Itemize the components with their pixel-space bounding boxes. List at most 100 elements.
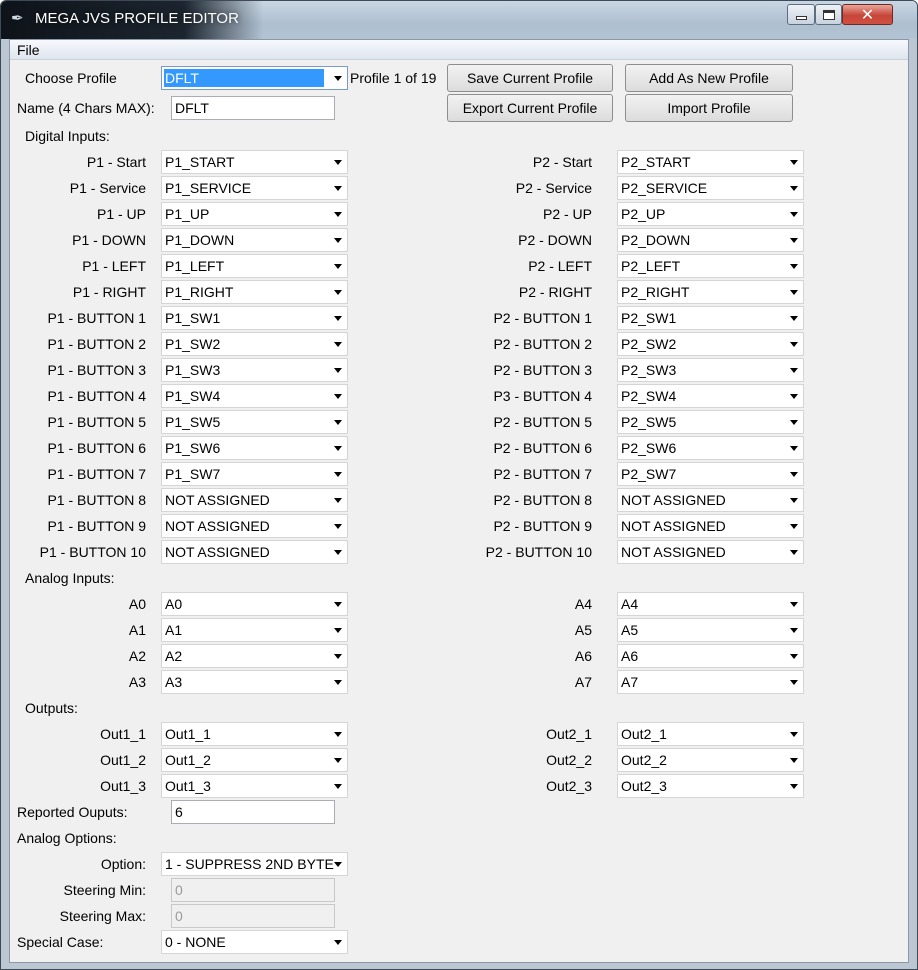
digital-input-right-select[interactable]: P2_SW4 (617, 384, 804, 408)
chevron-down-icon (334, 368, 342, 373)
digital-input-right-select[interactable]: P2_SW5 (617, 410, 804, 434)
digital-input-left-select[interactable]: P1_SW2 (161, 332, 348, 356)
output-right-select[interactable]: Out2_3 (617, 774, 804, 798)
digital-input-select-value: P1_SERVICE (165, 180, 252, 196)
steering-max-label: Steering Max: (59, 908, 146, 924)
chevron-down-icon (334, 940, 342, 945)
reported-outputs-field[interactable] (171, 800, 335, 824)
digital-input-right-label: P3 - BUTTON 4 (493, 388, 592, 404)
digital-input-select-value: P2_SW1 (621, 310, 677, 326)
chevron-down-icon (334, 524, 342, 529)
analog-input-select-value: A1 (165, 622, 183, 638)
digital-input-left-select[interactable]: P1_SW5 (161, 410, 348, 434)
digital-input-left-select[interactable]: P1_SERVICE (161, 176, 348, 200)
chevron-down-icon (334, 290, 342, 295)
analog-input-right-select[interactable]: A7 (617, 670, 804, 694)
digital-input-right-select[interactable]: P2_SW1 (617, 306, 804, 330)
digital-input-select-value: NOT ASSIGNED (621, 492, 726, 508)
analog-input-left-select[interactable]: A1 (161, 618, 348, 642)
digital-input-left-select[interactable]: P1_SW4 (161, 384, 348, 408)
title-bar[interactable]: ✒ MEGA JVS PROFILE EDITOR ✕ (1, 1, 917, 39)
export-profile-button[interactable]: Export Current Profile (447, 94, 613, 122)
digital-input-right-label: P2 - LEFT (528, 258, 592, 274)
digital-input-select-value: P2_SERVICE (621, 180, 708, 196)
name-label: Name (4 Chars MAX): (17, 100, 155, 116)
digital-input-right-select[interactable]: P2_START (617, 150, 804, 174)
chevron-down-icon (334, 758, 342, 763)
output-right-label: Out2_2 (546, 752, 592, 768)
analog-input-left-select[interactable]: A2 (161, 644, 348, 668)
steering-max-input[interactable] (172, 905, 334, 927)
digital-input-right-select[interactable]: P2_SW6 (617, 436, 804, 460)
digital-input-right-select[interactable]: NOT ASSIGNED (617, 514, 804, 538)
digital-input-select-value: P1_SW1 (165, 310, 221, 326)
output-right-select[interactable]: Out2_2 (617, 748, 804, 772)
analog-input-left-select[interactable]: A3 (161, 670, 348, 694)
output-left-select[interactable]: Out1_1 (161, 722, 348, 746)
output-left-select[interactable]: Out1_3 (161, 774, 348, 798)
digital-input-select-value: P1_UP (165, 206, 210, 222)
profile-select[interactable]: DFLT (161, 66, 348, 90)
chevron-down-icon (790, 394, 798, 399)
digital-input-right-select[interactable]: P2_SERVICE (617, 176, 804, 200)
digital-input-left-select[interactable]: P1_DOWN (161, 228, 348, 252)
digital-input-left-select[interactable]: P1_LEFT (161, 254, 348, 278)
digital-input-left-select[interactable]: P1_SW7 (161, 462, 348, 486)
analog-input-right-select[interactable]: A6 (617, 644, 804, 668)
profile-select-value: DFLT (164, 69, 324, 87)
analog-input-right-select[interactable]: A4 (617, 592, 804, 616)
digital-input-right-select[interactable]: P2_LEFT (617, 254, 804, 278)
output-right-label: Out2_3 (546, 778, 592, 794)
steering-max-field[interactable] (171, 904, 335, 928)
output-right-label: Out2_1 (546, 726, 592, 742)
minimize-button[interactable] (787, 4, 815, 25)
digital-input-left-select[interactable]: P1_RIGHT (161, 280, 348, 304)
special-case-select[interactable]: 0 - NONE (161, 930, 348, 954)
digital-input-left-select[interactable]: P1_SW3 (161, 358, 348, 382)
maximize-button[interactable] (815, 4, 842, 25)
menu-file[interactable]: File (17, 42, 40, 58)
digital-input-right-select[interactable]: NOT ASSIGNED (617, 488, 804, 512)
analog-inputs-header: Analog Inputs: (25, 570, 115, 586)
digital-input-left-select[interactable]: NOT ASSIGNED (161, 488, 348, 512)
output-right-select[interactable]: Out2_1 (617, 722, 804, 746)
import-profile-button[interactable]: Import Profile (625, 94, 793, 122)
steering-min-input[interactable] (172, 879, 334, 901)
analog-input-left-select[interactable]: A0 (161, 592, 348, 616)
digital-input-right-select[interactable]: P2_SW2 (617, 332, 804, 356)
reported-outputs-input[interactable] (172, 801, 334, 823)
digital-input-select-value: P1_SW7 (165, 466, 221, 482)
name-field[interactable] (171, 96, 335, 120)
steering-min-field[interactable] (171, 878, 335, 902)
chevron-down-icon (334, 238, 342, 243)
analog-option-select[interactable]: 1 - SUPPRESS 2ND BYTE (161, 852, 348, 876)
analog-input-right-select[interactable]: A5 (617, 618, 804, 642)
save-profile-button[interactable]: Save Current Profile (447, 64, 613, 92)
digital-input-left-select[interactable]: P1_SW1 (161, 306, 348, 330)
chevron-down-icon (334, 784, 342, 789)
digital-input-left-select[interactable]: NOT ASSIGNED (161, 514, 348, 538)
digital-input-right-select[interactable]: P2_SW7 (617, 462, 804, 486)
output-left-select[interactable]: Out1_2 (161, 748, 348, 772)
feather-icon: ✒ (11, 10, 24, 27)
digital-input-right-select[interactable]: P2_SW3 (617, 358, 804, 382)
chevron-down-icon (790, 264, 798, 269)
chevron-down-icon (790, 472, 798, 477)
digital-input-select-value: P2_START (621, 154, 691, 170)
digital-input-select-value: P2_UP (621, 206, 666, 222)
digital-input-left-label: P1 - BUTTON 7 (47, 466, 146, 482)
name-input[interactable] (172, 97, 334, 119)
digital-input-select-value: P2_SW4 (621, 388, 677, 404)
digital-input-left-select[interactable]: NOT ASSIGNED (161, 540, 348, 564)
digital-input-select-value: P1_SW4 (165, 388, 221, 404)
digital-input-left-select[interactable]: P1_START (161, 150, 348, 174)
digital-input-right-label: P2 - Start (532, 154, 592, 170)
add-profile-button[interactable]: Add As New Profile (625, 64, 793, 92)
digital-input-right-select[interactable]: P2_UP (617, 202, 804, 226)
digital-input-left-select[interactable]: P1_UP (161, 202, 348, 226)
close-button[interactable]: ✕ (842, 4, 893, 25)
digital-input-right-select[interactable]: P2_RIGHT (617, 280, 804, 304)
digital-input-left-select[interactable]: P1_SW6 (161, 436, 348, 460)
digital-input-right-select[interactable]: NOT ASSIGNED (617, 540, 804, 564)
digital-input-right-select[interactable]: P2_DOWN (617, 228, 804, 252)
